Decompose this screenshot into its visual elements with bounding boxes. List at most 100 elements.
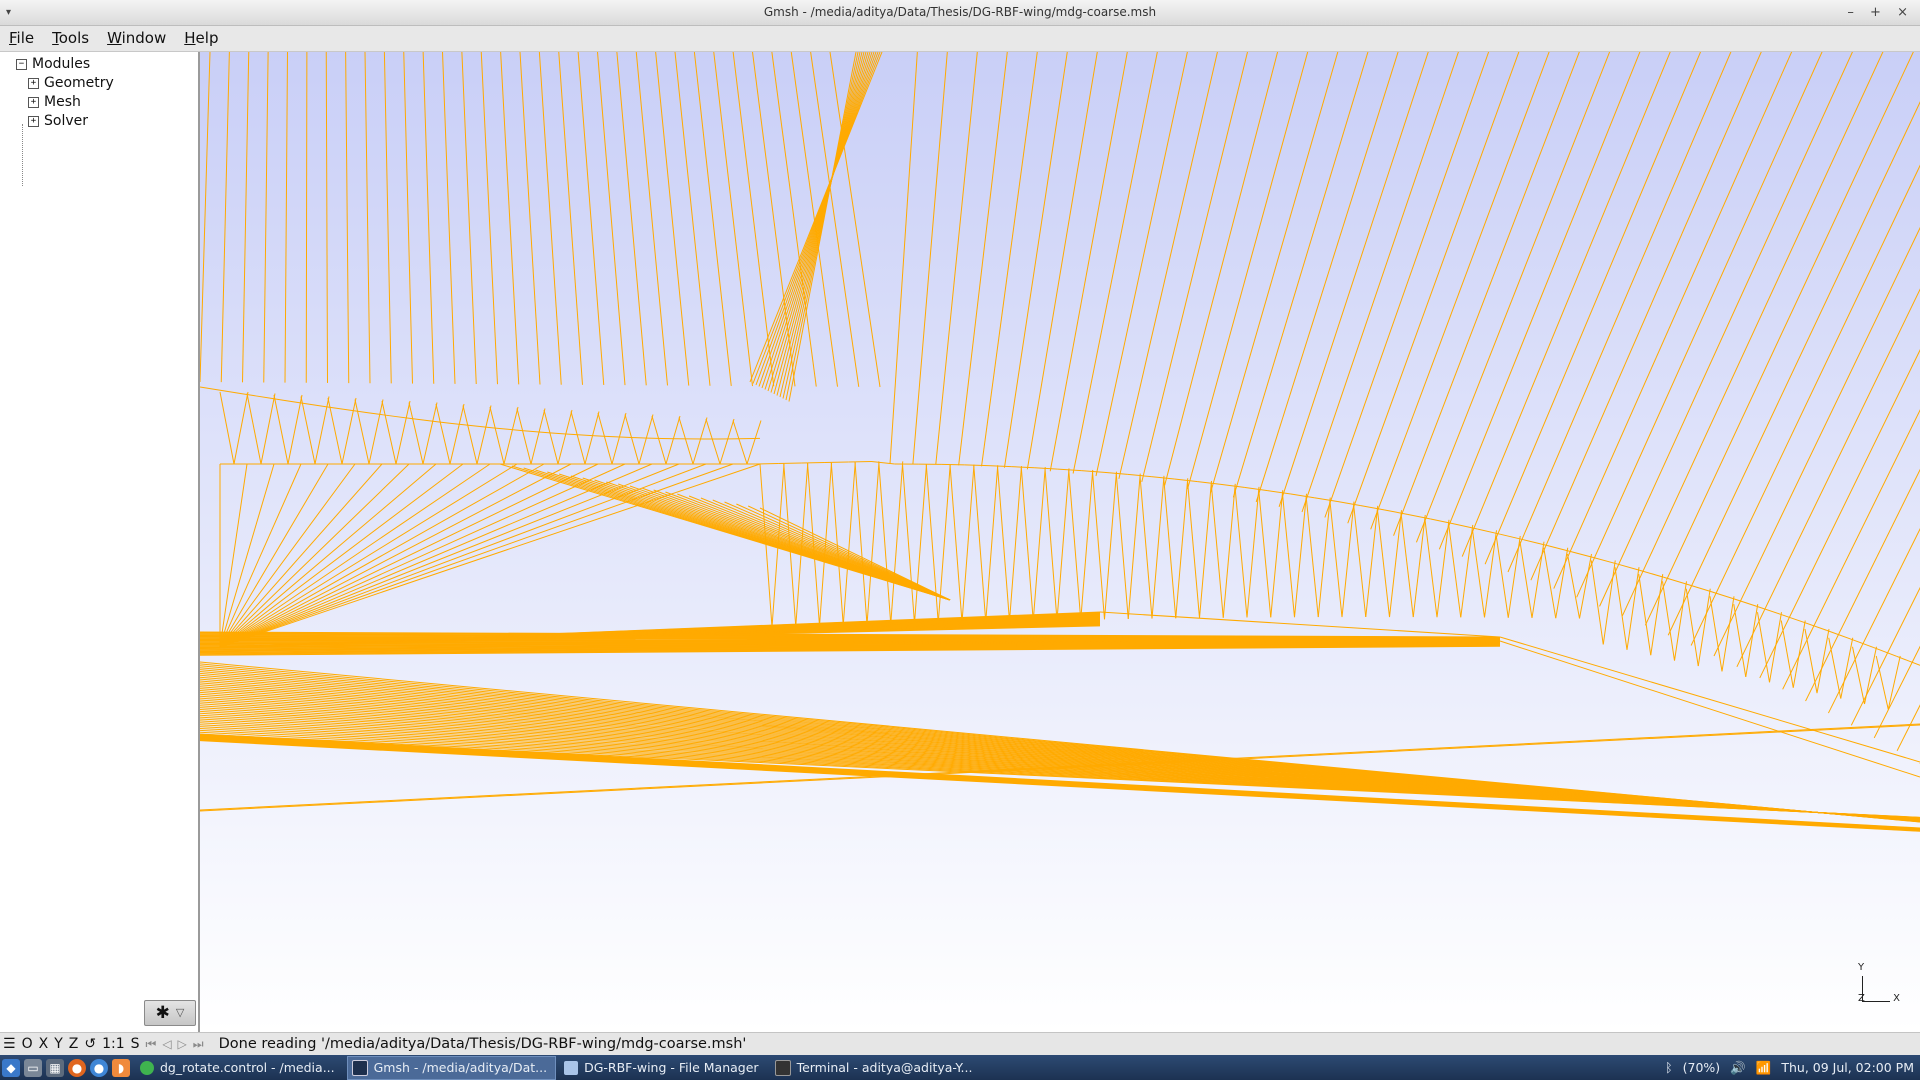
tree-item-modules[interactable]: − Modules (16, 55, 90, 74)
graphics-viewport[interactable]: Y Z X (200, 52, 1920, 1032)
options-button[interactable]: ✱ ▽ (144, 1000, 196, 1026)
mesh-edge (219, 463, 572, 648)
mesh-edge (1792, 620, 1806, 688)
mesh-edge (1278, 52, 1429, 507)
mesh-edge (284, 52, 288, 383)
mesh-edge (1115, 473, 1129, 619)
view-y-button[interactable]: Y (51, 1033, 66, 1055)
calculator-launcher-icon[interactable]: ▦ (46, 1058, 64, 1077)
mesh-edge (549, 432, 565, 435)
mesh-edge (1602, 560, 1616, 645)
mesh-wireframe (200, 52, 1920, 832)
last-step-icon[interactable]: ⏭ (190, 1033, 207, 1055)
mesh-edge (1389, 510, 1402, 618)
mesh-edge (597, 412, 613, 465)
bluetooth-icon[interactable]: ᛒ (1665, 1060, 1673, 1075)
rotate-icon[interactable]: ↺ (81, 1033, 99, 1055)
browser-launcher-icon[interactable]: ● (90, 1058, 108, 1077)
mesh-edge (1026, 52, 1098, 470)
file-manager-launcher-icon[interactable]: ▭ (24, 1058, 42, 1077)
collapse-icon[interactable]: − (16, 58, 27, 70)
status-message: Done reading '/media/aditya/Data/Thesis/… (218, 1036, 747, 1052)
menu-help[interactable]: Help (175, 26, 227, 51)
window-titlebar: ▾ Gmsh - /media/aditya/Data/Thesis/DG-RB… (0, 0, 1920, 26)
mesh-edge (1104, 471, 1117, 620)
view-z-button[interactable]: Z (66, 1033, 82, 1055)
gear-icon: ✱ (155, 1003, 170, 1023)
mesh-edge (409, 417, 425, 421)
mesh-edge (1745, 604, 1759, 677)
first-step-icon[interactable]: ⏮ (143, 1033, 160, 1055)
mesh-edge (353, 410, 369, 414)
wifi-icon[interactable]: 📶 (1756, 1060, 1772, 1076)
mesh-edge (516, 408, 532, 465)
tree-item-label: Modules (32, 56, 91, 72)
mesh-edge (1531, 541, 1545, 618)
menu-window[interactable]: Window (98, 26, 175, 51)
view-x-button[interactable]: X (36, 1033, 52, 1055)
app-launcher-icon[interactable]: ◗ (112, 1058, 130, 1077)
mesh-edge (655, 52, 690, 386)
menu-file[interactable]: File (0, 26, 43, 51)
mesh-edge (1412, 514, 1426, 618)
start-menu-icon[interactable]: ◆ (2, 1058, 20, 1077)
mesh-edge (1530, 52, 1762, 581)
mesh-edge (543, 409, 559, 465)
clock[interactable]: Thu, 09 Jul, 02:00 PM (1781, 1060, 1914, 1075)
battery-indicator[interactable]: (70%) (1683, 1060, 1721, 1075)
mesh-edge (263, 52, 269, 383)
mesh-edge (558, 52, 583, 385)
mesh-edge (1484, 530, 1497, 618)
mesh-edge (746, 420, 762, 465)
expand-icon[interactable]: + (28, 77, 39, 89)
firefox-launcher-icon[interactable]: ● (68, 1058, 86, 1077)
mesh-edge (732, 52, 775, 387)
mesh-edge (1593, 557, 1618, 565)
next-step-icon[interactable]: ▷ (175, 1033, 190, 1055)
tree-item-geometry[interactable]: + Geometry (28, 74, 114, 93)
task-label: dg_rotate.control - /media... (160, 1059, 335, 1075)
mesh-edge (354, 399, 370, 465)
mesh-edge (1329, 501, 1343, 618)
tree-item-solver[interactable]: + Solver (28, 112, 88, 131)
mesh-edge (423, 419, 439, 423)
mesh-edge (1616, 563, 1641, 571)
view-origin-button[interactable]: O (19, 1033, 36, 1055)
window-menu-icon[interactable]: ▾ (6, 0, 11, 25)
task-terminal[interactable]: Terminal - aditya@aditya-Y... (771, 1057, 981, 1079)
mesh-edge (1850, 586, 1920, 726)
mesh-edge (233, 391, 249, 465)
mesh-edge (1438, 52, 1641, 550)
mesh-edge (535, 431, 551, 434)
expand-icon[interactable]: + (28, 96, 39, 108)
mesh-edge (1003, 52, 1068, 468)
mesh-edge (1640, 570, 1664, 578)
mesh-edge (364, 52, 371, 384)
mesh-edge (1360, 505, 1385, 511)
mesh-edge (1393, 52, 1580, 536)
select-button[interactable]: S (128, 1033, 143, 1055)
tree-item-mesh[interactable]: + Mesh (28, 93, 81, 112)
maximize-icon[interactable]: + (1870, 5, 1887, 20)
mesh-edge (1267, 490, 1291, 495)
minimize-icon[interactable]: – (1847, 5, 1860, 20)
task-file-manager[interactable]: DG-RBF-wing - File Manager (560, 1057, 766, 1079)
prev-step-icon[interactable]: ◁ (159, 1033, 174, 1055)
volume-icon[interactable]: 🔊 (1730, 1060, 1746, 1076)
mesh-edge (678, 417, 694, 465)
scale-1to1-button[interactable]: 1:1 (99, 1033, 128, 1055)
mesh-edge (339, 408, 355, 412)
mesh-edge (1460, 524, 1474, 618)
expand-icon[interactable]: + (28, 115, 39, 127)
task-gmsh[interactable]: Gmsh - /media/aditya/Dat... (346, 1055, 557, 1080)
mesh-edge (770, 52, 869, 393)
mesh-edge (665, 415, 681, 465)
mesh-edge (557, 409, 573, 465)
menu-toggle-icon[interactable]: ☰ (0, 1033, 19, 1055)
mesh-edge (395, 416, 411, 419)
task-dg-rotate[interactable]: dg_rotate.control - /media... (136, 1057, 343, 1079)
mesh-edge (260, 393, 276, 465)
menu-tools[interactable]: Tools (43, 26, 98, 51)
tree-item-label: Solver (44, 113, 88, 129)
close-icon[interactable]: × (1897, 5, 1914, 20)
